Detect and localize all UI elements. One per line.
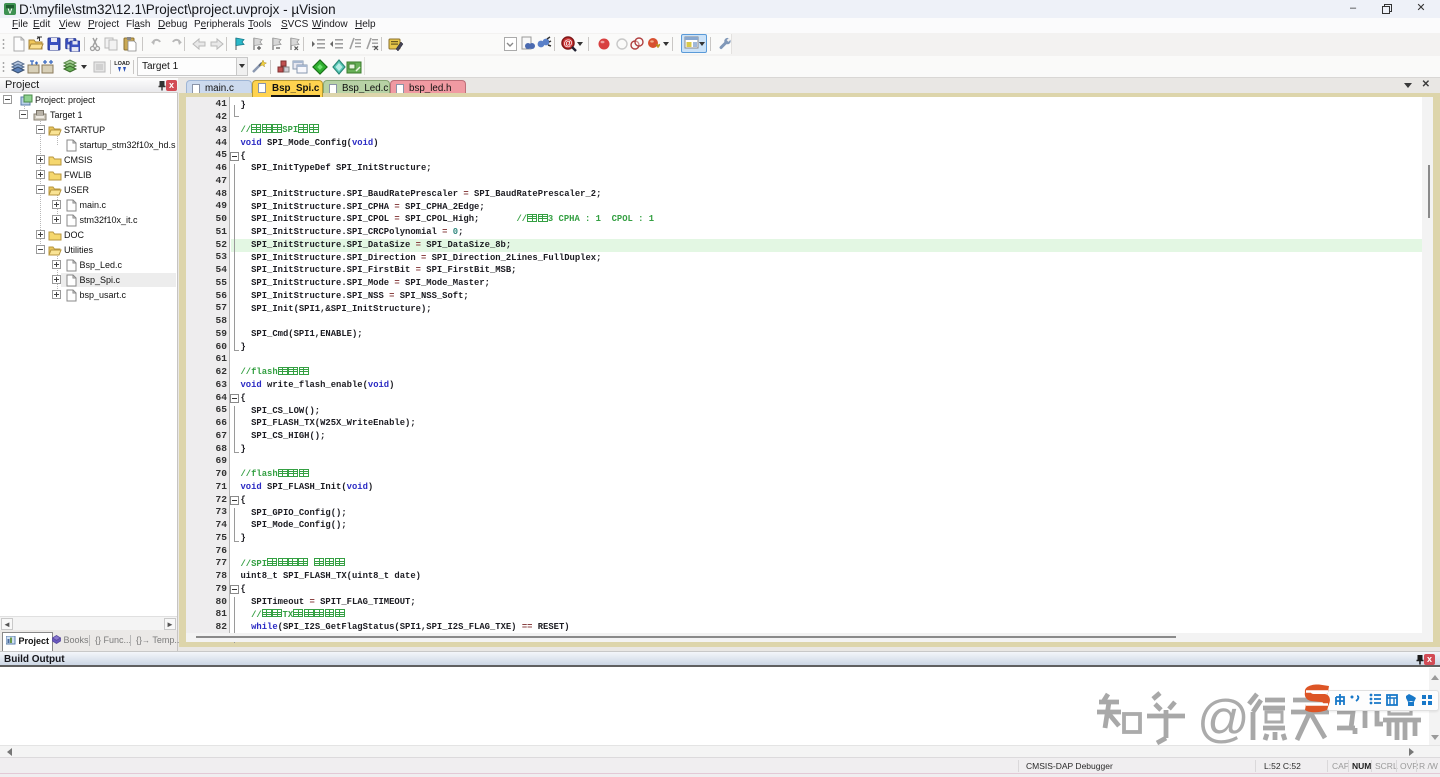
svg-text:@: @ [564, 38, 573, 48]
svg-text:LOAD: LOAD [114, 61, 130, 67]
svg-text:V: V [8, 9, 13, 15]
